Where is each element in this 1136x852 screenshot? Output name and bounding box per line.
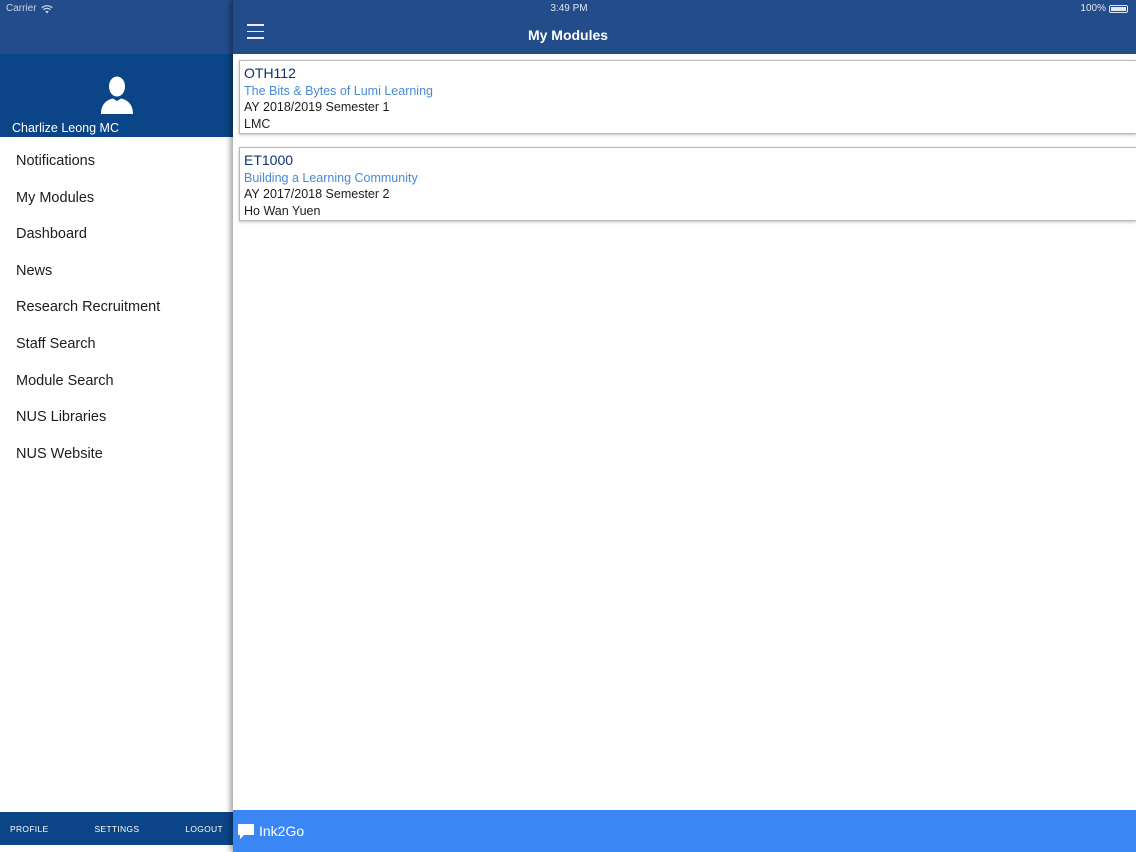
logout-button[interactable]: LOGOUT bbox=[185, 824, 223, 834]
module-lecturer: LMC bbox=[244, 117, 271, 131]
battery-indicator: 100% bbox=[1080, 3, 1128, 14]
module-card[interactable]: OTH112 The Bits & Bytes of Lumi Learning… bbox=[239, 60, 1136, 134]
user-avatar-icon bbox=[101, 76, 133, 114]
sidebar-item-my-modules[interactable]: My Modules bbox=[0, 180, 233, 217]
status-time: 3:49 PM bbox=[550, 3, 588, 14]
sidebar-item-nus-libraries[interactable]: NUS Libraries bbox=[0, 399, 233, 436]
battery-label: 100% bbox=[1080, 3, 1106, 14]
sidebar-item-dashboard[interactable]: Dashboard bbox=[0, 216, 233, 253]
settings-button[interactable]: SETTINGS bbox=[94, 824, 139, 834]
top-navigation-bar: 3:49 PM 100% My Modules bbox=[233, 0, 1136, 54]
user-name: Charlize Leong MC bbox=[12, 121, 119, 135]
sidebar-item-notifications[interactable]: Notifications bbox=[0, 143, 233, 180]
carrier-label: Carrier bbox=[6, 3, 37, 14]
module-list: OTH112 The Bits & Bytes of Lumi Learning… bbox=[239, 60, 1136, 234]
sidebar-menu: Notifications My Modules Dashboard News … bbox=[0, 143, 233, 472]
battery-icon bbox=[1109, 4, 1128, 13]
sidebar-item-staff-search[interactable]: Staff Search bbox=[0, 326, 233, 363]
sidebar-item-research-recruitment[interactable]: Research Recruitment bbox=[0, 289, 233, 326]
module-lecturer: Ho Wan Yuen bbox=[244, 204, 321, 218]
main-panel: 3:49 PM 100% My Modules OTH112 The Bits … bbox=[233, 0, 1136, 852]
module-code: OTH112 bbox=[244, 65, 296, 81]
module-code: ET1000 bbox=[244, 152, 294, 168]
wifi-icon bbox=[40, 4, 53, 13]
page-title: My Modules bbox=[527, 27, 609, 43]
profile-header[interactable]: Charlize Leong MC bbox=[0, 54, 233, 137]
sidebar: Carrier Charlize Leong MC Notifications … bbox=[0, 0, 233, 852]
profile-button[interactable]: PROFILE bbox=[10, 824, 48, 834]
ink2go-bar[interactable]: Ink2Go bbox=[233, 810, 1136, 852]
app-name: Ink2Go bbox=[259, 823, 305, 839]
sidebar-item-news[interactable]: News bbox=[0, 253, 233, 290]
chat-bubble-icon bbox=[238, 824, 254, 839]
carrier-indicator: Carrier bbox=[6, 3, 53, 14]
sidebar-footer: PROFILE SETTINGS LOGOUT bbox=[0, 812, 233, 845]
module-title: Building a Learning Community bbox=[244, 171, 418, 185]
module-term: AY 2017/2018 Semester 2 bbox=[244, 187, 390, 201]
module-card[interactable]: ET1000 Building a Learning Community AY … bbox=[239, 147, 1136, 221]
sidebar-item-nus-website[interactable]: NUS Website bbox=[0, 436, 233, 473]
module-title: The Bits & Bytes of Lumi Learning bbox=[244, 84, 433, 98]
module-term: AY 2018/2019 Semester 1 bbox=[244, 100, 390, 114]
sidebar-item-module-search[interactable]: Module Search bbox=[0, 363, 233, 400]
